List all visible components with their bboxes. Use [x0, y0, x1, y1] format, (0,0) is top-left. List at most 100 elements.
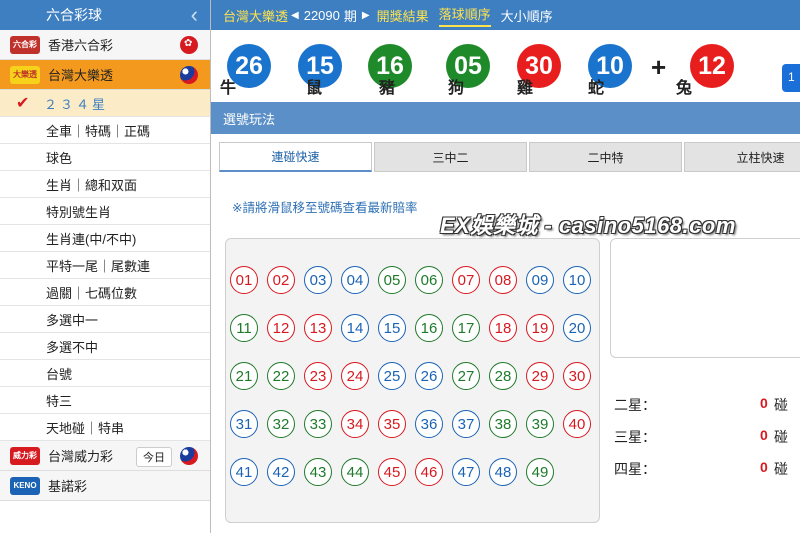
number-ball[interactable]: 29 — [526, 362, 554, 390]
subitem-label: 特三 — [46, 393, 73, 409]
lottery-item-tw-lotto[interactable]: 大樂透 台灣大樂透 — [0, 60, 210, 90]
period-unit: 期 — [343, 8, 357, 24]
number-ball[interactable]: 06 — [415, 266, 443, 294]
results-link[interactable]: 開獎結果 — [377, 6, 429, 25]
stat-row: 二星： 0 碰 — [614, 395, 800, 415]
subitem-label: 球色 — [46, 150, 73, 166]
number-ball[interactable]: 13 — [304, 314, 332, 342]
number-grid: 01 02 03 04 05 06 07 08 09 10 11 12 13 14 15 16 17 18 19 20… — [225, 238, 600, 523]
sidebar-subitem[interactable]: 生肖｜總和双面 — [0, 171, 210, 198]
edge-button[interactable]: 1 — [782, 64, 800, 92]
period-number: 22090 — [303, 7, 340, 23]
number-ball[interactable]: 28 — [489, 362, 517, 390]
number-ball[interactable]: 36 — [415, 410, 443, 438]
tab-play-0[interactable]: 連碰快速 — [219, 142, 372, 172]
number-ball[interactable]: 35 — [378, 410, 406, 438]
number-ball[interactable]: 43 — [304, 458, 332, 486]
sidebar-subitem[interactable]: 特別號生肖 — [0, 198, 210, 225]
stat-label: 二星： — [614, 397, 656, 413]
number-ball[interactable]: 27 — [452, 362, 480, 390]
number-ball[interactable]: 10 — [563, 266, 591, 294]
sidebar-subitem[interactable]: 全車｜特碼｜正碼 — [0, 117, 210, 144]
number-ball[interactable]: 42 — [267, 458, 295, 486]
number-ball[interactable]: 45 — [378, 458, 406, 486]
subitem-label: 多選中一 — [46, 312, 99, 328]
number-ball[interactable]: 01 — [230, 266, 258, 294]
number-ball[interactable]: 41 — [230, 458, 258, 486]
number-ball[interactable]: 33 — [304, 410, 332, 438]
number-ball[interactable]: 48 — [489, 458, 517, 486]
stat-label: 三星： — [614, 429, 656, 445]
sidebar-subitem[interactable]: 多選不中 — [0, 333, 210, 360]
tab-play-1[interactable]: 三中二 — [374, 142, 527, 172]
sidebar-subitem[interactable]: 特三 — [0, 387, 210, 414]
number-ball[interactable]: 49 — [526, 458, 554, 486]
subitem-label: 多選不中 — [46, 339, 99, 355]
number-ball[interactable]: 23 — [304, 362, 332, 390]
number-ball[interactable]: 24 — [341, 362, 369, 390]
number-ball[interactable]: 26 — [415, 362, 443, 390]
number-ball[interactable]: 32 — [267, 410, 295, 438]
hk-mark-six-logo: 六合彩 — [10, 35, 40, 54]
tab-play-3[interactable]: 立柱快速 — [684, 142, 800, 172]
number-ball[interactable]: 05 — [378, 266, 406, 294]
sidebar-subitem[interactable]: ✔ ２３４星 — [0, 90, 210, 117]
subitem-label: 生肖連(中/不中) — [46, 231, 137, 247]
chevron-left-icon[interactable]: ‹ — [191, 2, 198, 28]
lottery-item-hk[interactable]: 六合彩 香港六合彩 — [0, 30, 210, 60]
sidebar-subitem[interactable]: 過關｜七碼位數 — [0, 279, 210, 306]
tab-drop-order[interactable]: 落球順序 — [438, 4, 491, 27]
sidebar-header: 六合彩球 ‹ — [0, 0, 210, 30]
number-ball[interactable]: 34 — [341, 410, 369, 438]
sidebar-subitem[interactable]: 台號 — [0, 360, 210, 387]
number-ball[interactable]: 12 — [267, 314, 295, 342]
play-type-list: ✔ ２３４星 全車｜特碼｜正碼球色生肖｜總和双面特別號生肖生肖連(中/不中) 平特一尾… — [0, 90, 210, 441]
sidebar-subitem[interactable]: 球色 — [0, 144, 210, 171]
number-ball[interactable]: 16 — [415, 314, 443, 342]
number-ball[interactable]: 37 — [452, 410, 480, 438]
number-ball[interactable]: 04 — [341, 266, 369, 294]
number-ball[interactable]: 47 — [452, 458, 480, 486]
number-ball[interactable]: 25 — [378, 362, 406, 390]
sidebar-subitem[interactable]: 平特一尾｜尾數連 — [0, 252, 210, 279]
stat-row: 三星： 0 碰 — [614, 427, 800, 447]
current-lottery-name[interactable]: 台灣大樂透 — [223, 6, 288, 25]
number-ball[interactable]: 44 — [341, 458, 369, 486]
plus-sign: + — [651, 52, 667, 82]
number-ball[interactable]: 46 — [415, 458, 443, 486]
number-ball[interactable]: 30 — [563, 362, 591, 390]
number-ball[interactable]: 08 — [489, 266, 517, 294]
tab-size-order[interactable]: 大小順序 — [501, 6, 553, 25]
sidebar-subitem[interactable]: 生肖連(中/不中) — [0, 225, 210, 252]
number-ball[interactable]: 39 — [526, 410, 554, 438]
prev-period-icon[interactable]: ◀ — [291, 10, 299, 21]
tw-power-logo: 威力彩 — [10, 446, 40, 465]
next-period-icon[interactable]: ▶ — [362, 10, 370, 21]
number-ball[interactable]: 02 — [267, 266, 295, 294]
number-ball[interactable]: 38 — [489, 410, 517, 438]
number-ball[interactable]: 40 — [563, 410, 591, 438]
number-ball[interactable]: 07 — [452, 266, 480, 294]
number-ball[interactable]: 09 — [526, 266, 554, 294]
lottery-item-keno[interactable]: KENO 基諾彩 — [0, 471, 210, 501]
number-ball[interactable]: 21 — [230, 362, 258, 390]
sidebar-subitem[interactable]: 天地碰｜特串 — [0, 414, 210, 441]
result-zodiac: 鼠 — [306, 80, 323, 97]
today-badge: 今日 — [136, 447, 172, 467]
sidebar-subitem[interactable]: 多選中一 — [0, 306, 210, 333]
subitem-label: 特別號生肖 — [46, 204, 112, 220]
number-ball[interactable]: 18 — [489, 314, 517, 342]
number-ball[interactable]: 31 — [230, 410, 258, 438]
number-ball[interactable]: 22 — [267, 362, 295, 390]
special-zodiac: 兔 — [676, 80, 693, 97]
number-ball[interactable]: 11 — [230, 314, 258, 342]
number-ball[interactable]: 14 — [341, 314, 369, 342]
number-ball[interactable]: 19 — [526, 314, 554, 342]
number-ball[interactable]: 17 — [452, 314, 480, 342]
tab-play-2[interactable]: 二中特 — [529, 142, 682, 172]
lottery-item-tw-power[interactable]: 威力彩 台灣威力彩 今日 — [0, 441, 210, 471]
number-ball[interactable]: 20 — [563, 314, 591, 342]
tw-lotto-logo: 大樂透 — [10, 65, 40, 84]
number-ball[interactable]: 15 — [378, 314, 406, 342]
number-ball[interactable]: 03 — [304, 266, 332, 294]
